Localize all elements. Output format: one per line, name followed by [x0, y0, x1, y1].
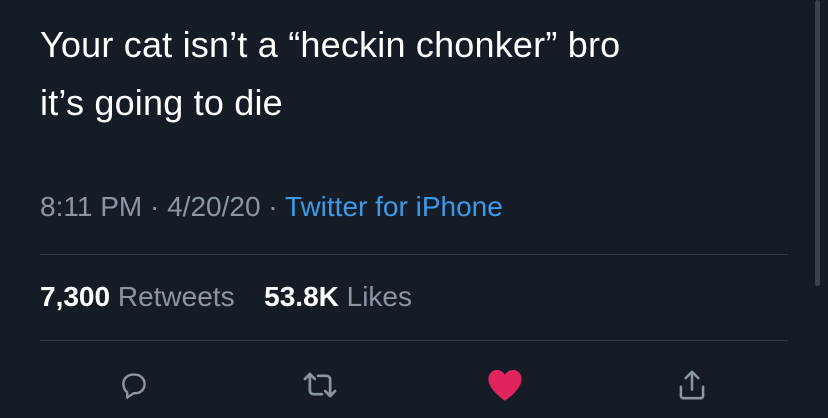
share-icon — [679, 370, 705, 400]
likes-count: 53.8K — [264, 281, 339, 312]
tweet-actions-bar — [0, 362, 828, 412]
retweets-stat[interactable]: 7,300 Retweets — [40, 281, 242, 312]
tweet-metadata: 8:11 PM · 4/20/20 · Twitter for iPhone — [40, 187, 503, 227]
meta-separator: · — [149, 191, 160, 222]
meta-separator: · — [268, 191, 278, 222]
retweet-icon — [303, 372, 337, 398]
retweets-label: Retweets — [117, 281, 235, 312]
likes-label: Likes — [346, 281, 413, 312]
like-button[interactable] — [482, 362, 528, 408]
reply-button[interactable] — [111, 362, 157, 408]
divider — [40, 340, 788, 341]
divider — [40, 254, 788, 255]
retweet-button[interactable] — [297, 362, 343, 408]
tweet-source-link[interactable]: Twitter for iPhone — [285, 191, 503, 222]
reply-icon — [122, 373, 146, 399]
tweet-text: Your cat isn’t a “heckin chonker” bro it… — [40, 24, 621, 123]
retweets-count: 7,300 — [40, 281, 111, 312]
tweet-time: 8:11 PM — [40, 191, 143, 222]
heart-icon — [488, 369, 522, 401]
share-button[interactable] — [669, 362, 715, 408]
scrollbar[interactable] — [815, 0, 820, 286]
likes-stat[interactable]: 53.8K Likes — [264, 281, 412, 312]
tweet-stats: 7,300 Retweets 53.8K Likes — [40, 277, 412, 317]
tweet-date[interactable]: 4/20/20 — [167, 191, 260, 222]
